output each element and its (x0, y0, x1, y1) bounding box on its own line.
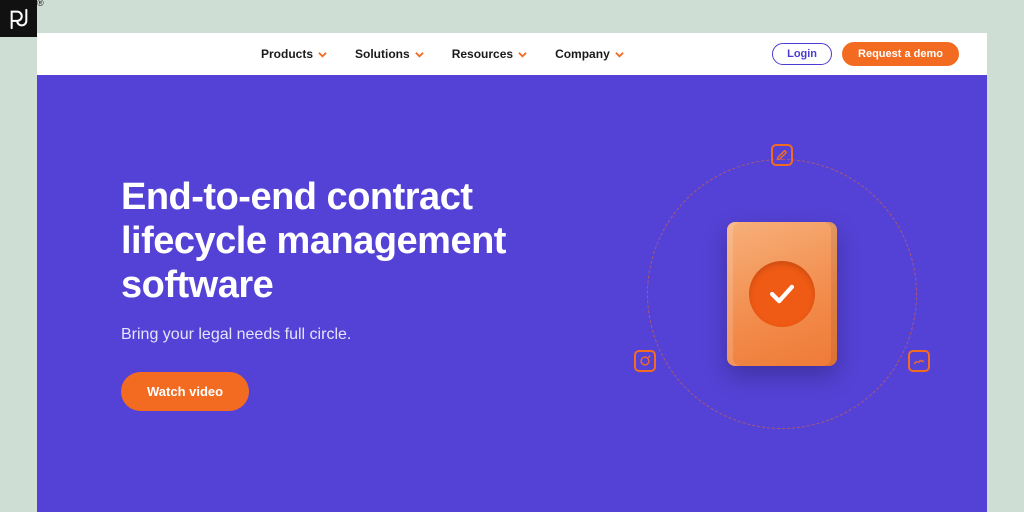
watch-video-button[interactable]: Watch video (121, 372, 249, 411)
checkmark-badge (749, 261, 815, 327)
send-icon (634, 350, 656, 372)
request-demo-button[interactable]: Request a demo (842, 42, 959, 66)
chevron-down-icon (415, 50, 424, 59)
document-icon (727, 222, 837, 366)
brand-logo[interactable] (0, 0, 37, 37)
chevron-down-icon (615, 50, 624, 59)
hero-illustration (632, 144, 932, 444)
nav-solutions[interactable]: Solutions (355, 47, 424, 61)
nav-item-label: Products (261, 47, 313, 61)
hero-subtitle: Bring your legal needs full circle. (121, 326, 561, 344)
nav-item-label: Company (555, 47, 610, 61)
nav-item-label: Solutions (355, 47, 410, 61)
sign-icon (908, 350, 930, 372)
chevron-down-icon (518, 50, 527, 59)
registered-mark: ® (37, 0, 44, 8)
edit-icon (771, 144, 793, 166)
nav-products[interactable]: Products (261, 47, 327, 61)
hero-section: End-to-end contract lifecycle management… (37, 75, 987, 512)
nav-resources[interactable]: Resources (452, 47, 527, 61)
nav-item-label: Resources (452, 47, 513, 61)
check-icon (765, 277, 799, 311)
chevron-down-icon (318, 50, 327, 59)
nav-company[interactable]: Company (555, 47, 624, 61)
hero-title: End-to-end contract lifecycle management… (121, 176, 561, 307)
login-button[interactable]: Login (772, 43, 832, 65)
top-nav: Products Solutions Resources Company Log… (37, 33, 987, 75)
